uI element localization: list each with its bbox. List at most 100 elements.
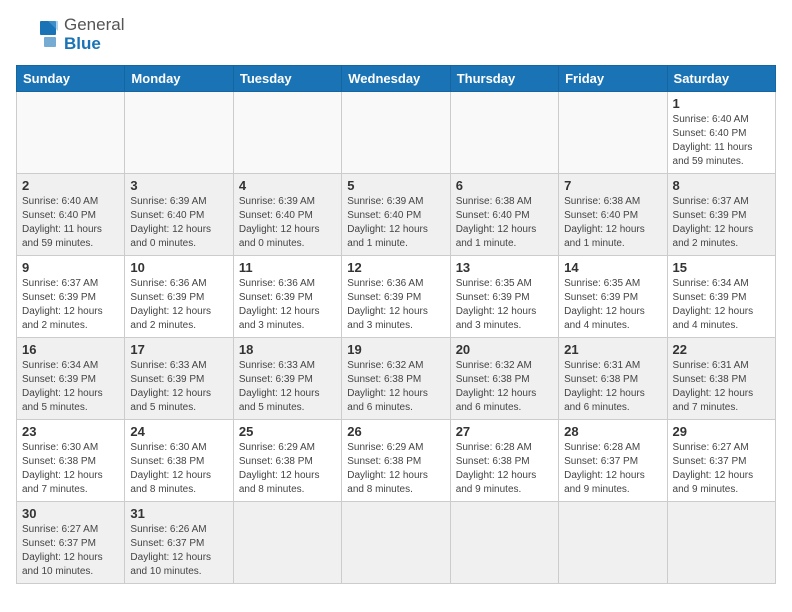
day-info: Sunrise: 6:35 AM Sunset: 6:39 PM Dayligh… [456,277,553,333]
day-number: 29 [673,424,770,439]
day-info: Sunrise: 6:28 AM Sunset: 6:37 PM Dayligh… [564,441,661,497]
day-info: Sunrise: 6:39 AM Sunset: 6:40 PM Dayligh… [347,195,444,251]
calendar-cell: 24Sunrise: 6:30 AM Sunset: 6:38 PM Dayli… [125,420,233,502]
day-info: Sunrise: 6:36 AM Sunset: 6:39 PM Dayligh… [347,277,444,333]
day-number: 20 [456,342,553,357]
calendar-cell: 5 Sunrise: 6:39 AM Sunset: 6:40 PM Daylig… [342,174,450,256]
day-number: 23 [22,424,119,439]
calendar-cell: 4Sunrise: 6:39 AM Sunset: 6:40 PM Daylig… [233,174,341,256]
day-info: Sunrise: 6:33 AM Sunset: 6:39 PM Dayligh… [239,359,336,415]
calendar-week-row: 23Sunrise: 6:30 AM Sunset: 6:38 PM Dayli… [17,420,776,502]
day-info: Sunrise: 6:39 AM Sunset: 6:40 PM Dayligh… [130,195,227,251]
day-number: 3 [130,178,227,193]
calendar-cell: 29Sunrise: 6:27 AM Sunset: 6:37 PM Dayli… [667,420,775,502]
day-number: 13 [456,260,553,275]
calendar-cell: 31 Sunrise: 6:26 AM Sunset: 6:37 PM Dayli… [125,502,233,584]
calendar-cell: 8Sunrise: 6:37 AM Sunset: 6:39 PM Daylig… [667,174,775,256]
day-number: 26 [347,424,444,439]
day-number: 1 [673,96,770,111]
calendar-cell: 11Sunrise: 6:36 AM Sunset: 6:39 PM Dayli… [233,256,341,338]
column-header-monday: Monday [125,66,233,92]
day-number: 18 [239,342,336,357]
column-header-wednesday: Wednesday [342,66,450,92]
calendar-cell: 7 Sunrise: 6:38 AM Sunset: 6:40 PM Daylig… [559,174,667,256]
calendar-cell [233,502,341,584]
calendar-cell [450,502,558,584]
logo: General Blue [16,16,124,53]
column-header-thursday: Thursday [450,66,558,92]
day-info: Sunrise: 6:38 AM Sunset: 6:40 PM Dayligh… [456,195,553,251]
calendar-cell [17,92,125,174]
calendar-cell: 13 Sunrise: 6:35 AM Sunset: 6:39 PM Dayli… [450,256,558,338]
calendar-cell [667,502,775,584]
logo-blue: Blue [64,35,124,54]
day-info: Sunrise: 6:26 AM Sunset: 6:37 PM Dayligh… [130,523,227,579]
calendar-cell [559,502,667,584]
day-info: Sunrise: 6:35 AM Sunset: 6:39 PM Dayligh… [564,277,661,333]
calendar-cell [233,92,341,174]
calendar-table: SundayMondayTuesdayWednesdayThursdayFrid… [16,65,776,584]
calendar-cell: 15 Sunrise: 6:34 AM Sunset: 6:39 PM Dayli… [667,256,775,338]
calendar-header-row: SundayMondayTuesdayWednesdayThursdayFrid… [17,66,776,92]
calendar-cell: 20 Sunrise: 6:32 AM Sunset: 6:38 PM Dayli… [450,338,558,420]
column-header-tuesday: Tuesday [233,66,341,92]
day-number: 11 [239,260,336,275]
day-number: 4 [239,178,336,193]
day-info: Sunrise: 6:33 AM Sunset: 6:39 PM Dayligh… [130,359,227,415]
day-info: Sunrise: 6:36 AM Sunset: 6:39 PM Dayligh… [130,277,227,333]
calendar-cell: 30 Sunrise: 6:27 AM Sunset: 6:37 PM Dayli… [17,502,125,584]
calendar-cell: 26 Sunrise: 6:29 AM Sunset: 6:38 PM Dayli… [342,420,450,502]
logo-icon [16,19,58,51]
calendar-cell [559,92,667,174]
day-info: Sunrise: 6:32 AM Sunset: 6:38 PM Dayligh… [456,359,553,415]
day-number: 27 [456,424,553,439]
day-info: Sunrise: 6:37 AM Sunset: 6:39 PM Dayligh… [22,277,119,333]
calendar-cell: 22 Sunrise: 6:31 AM Sunset: 6:38 PM Dayli… [667,338,775,420]
day-number: 14 [564,260,661,275]
calendar-cell: 10Sunrise: 6:36 AM Sunset: 6:39 PM Dayli… [125,256,233,338]
calendar-week-row: 30 Sunrise: 6:27 AM Sunset: 6:37 PM Dayli… [17,502,776,584]
day-number: 25 [239,424,336,439]
calendar-cell: 3 Sunrise: 6:39 AM Sunset: 6:40 PM Daylig… [125,174,233,256]
day-info: Sunrise: 6:29 AM Sunset: 6:38 PM Dayligh… [347,441,444,497]
calendar-cell: 19Sunrise: 6:32 AM Sunset: 6:38 PM Dayli… [342,338,450,420]
column-header-friday: Friday [559,66,667,92]
day-number: 21 [564,342,661,357]
day-number: 8 [673,178,770,193]
calendar-cell: 1 Sunrise: 6:40 AM Sunset: 6:40 PM Daylig… [667,92,775,174]
calendar-cell: 28 Sunrise: 6:28 AM Sunset: 6:37 PM Dayli… [559,420,667,502]
day-info: Sunrise: 6:40 AM Sunset: 6:40 PM Dayligh… [22,195,119,251]
day-info: Sunrise: 6:34 AM Sunset: 6:39 PM Dayligh… [22,359,119,415]
calendar-cell: 6Sunrise: 6:38 AM Sunset: 6:40 PM Daylig… [450,174,558,256]
day-number: 15 [673,260,770,275]
day-number: 9 [22,260,119,275]
day-number: 22 [673,342,770,357]
day-number: 12 [347,260,444,275]
day-number: 7 [564,178,661,193]
day-info: Sunrise: 6:28 AM Sunset: 6:38 PM Dayligh… [456,441,553,497]
calendar-cell [342,502,450,584]
calendar-week-row: 16Sunrise: 6:34 AM Sunset: 6:39 PM Dayli… [17,338,776,420]
day-number: 5 [347,178,444,193]
day-number: 31 [130,506,227,521]
day-number: 2 [22,178,119,193]
calendar-cell: 27 Sunrise: 6:28 AM Sunset: 6:38 PM Dayli… [450,420,558,502]
calendar-cell: 14 Sunrise: 6:35 AM Sunset: 6:39 PM Dayli… [559,256,667,338]
calendar-cell: 23Sunrise: 6:30 AM Sunset: 6:38 PM Dayli… [17,420,125,502]
day-info: Sunrise: 6:40 AM Sunset: 6:40 PM Dayligh… [673,113,770,169]
day-info: Sunrise: 6:31 AM Sunset: 6:38 PM Dayligh… [673,359,770,415]
day-number: 28 [564,424,661,439]
calendar-cell: 21 Sunrise: 6:31 AM Sunset: 6:38 PM Dayli… [559,338,667,420]
day-number: 30 [22,506,119,521]
column-header-saturday: Saturday [667,66,775,92]
day-info: Sunrise: 6:34 AM Sunset: 6:39 PM Dayligh… [673,277,770,333]
day-number: 17 [130,342,227,357]
calendar-cell: 2 Sunrise: 6:40 AM Sunset: 6:40 PM Daylig… [17,174,125,256]
calendar-week-row: 2 Sunrise: 6:40 AM Sunset: 6:40 PM Daylig… [17,174,776,256]
day-info: Sunrise: 6:27 AM Sunset: 6:37 PM Dayligh… [22,523,119,579]
calendar-cell: 9 Sunrise: 6:37 AM Sunset: 6:39 PM Daylig… [17,256,125,338]
day-info: Sunrise: 6:38 AM Sunset: 6:40 PM Dayligh… [564,195,661,251]
calendar-cell: 16Sunrise: 6:34 AM Sunset: 6:39 PM Dayli… [17,338,125,420]
calendar-cell: 17 Sunrise: 6:33 AM Sunset: 6:39 PM Dayli… [125,338,233,420]
day-info: Sunrise: 6:31 AM Sunset: 6:38 PM Dayligh… [564,359,661,415]
